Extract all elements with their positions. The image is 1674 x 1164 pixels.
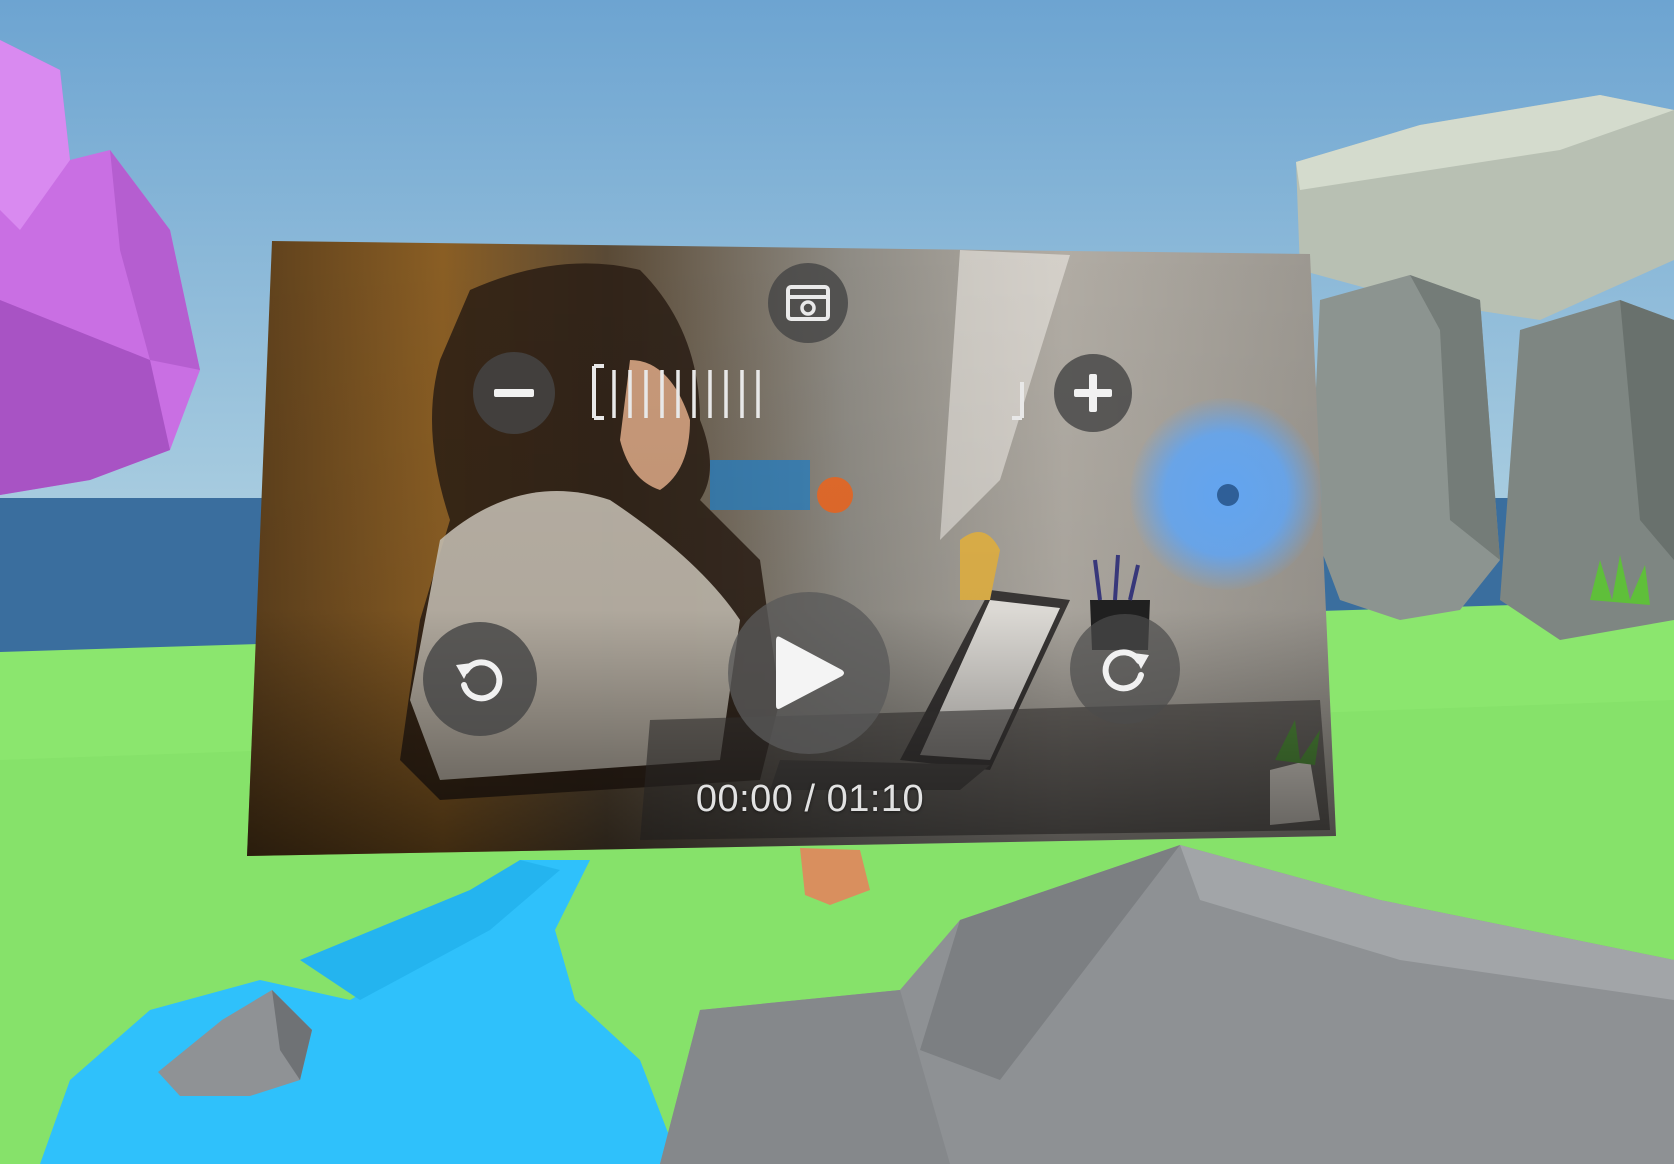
forward-icon bbox=[1097, 641, 1153, 697]
minus-icon bbox=[494, 388, 534, 398]
play-button[interactable] bbox=[728, 592, 890, 754]
volume-down-button[interactable] bbox=[473, 352, 555, 434]
volume-slider[interactable] bbox=[588, 360, 1028, 424]
vr-environment: 00:00 / 01:10 bbox=[0, 0, 1674, 1164]
rewind-button[interactable] bbox=[423, 622, 537, 736]
play-icon bbox=[772, 633, 846, 713]
plus-icon bbox=[1074, 374, 1112, 412]
screen-mode-icon bbox=[785, 284, 831, 322]
screen-mode-button[interactable] bbox=[768, 263, 848, 343]
rewind-icon bbox=[452, 651, 508, 707]
forward-button[interactable] bbox=[1070, 614, 1180, 724]
volume-up-button[interactable] bbox=[1054, 354, 1132, 432]
environment-backdrop bbox=[0, 0, 1674, 1164]
